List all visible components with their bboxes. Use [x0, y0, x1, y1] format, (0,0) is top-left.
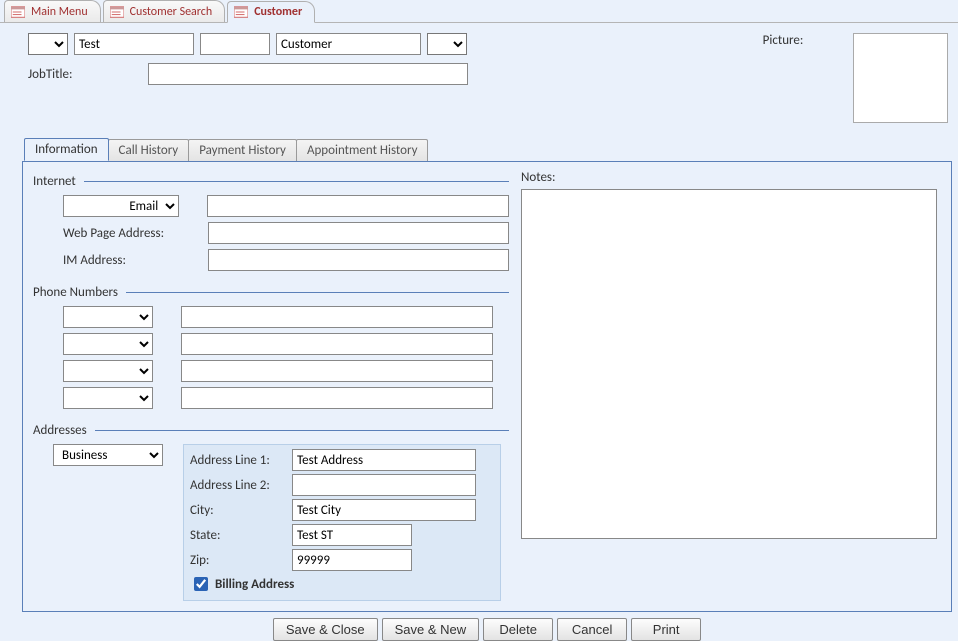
- addr-line2-input[interactable]: [292, 474, 476, 496]
- phone-type-1[interactable]: [63, 306, 153, 328]
- button-row: Save & Close Save & New Delete Cancel Pr…: [22, 618, 952, 641]
- delete-button[interactable]: Delete: [483, 618, 553, 641]
- phone-type-3[interactable]: [63, 360, 153, 382]
- middle-name-input[interactable]: [200, 33, 270, 55]
- doc-tab-label: Customer Search: [130, 5, 213, 19]
- name-row: [28, 33, 468, 55]
- tab-page-information: Internet Email Web Page Address: IM Addr…: [22, 161, 952, 612]
- addr-zip-label: Zip:: [190, 553, 292, 568]
- addr-line2-label: Address Line 2:: [190, 478, 292, 493]
- tab-information[interactable]: Information: [24, 138, 109, 161]
- last-name-input[interactable]: [276, 33, 421, 55]
- phone-value-1[interactable]: [181, 306, 493, 328]
- save-new-button[interactable]: Save & New: [382, 618, 480, 641]
- form-icon: [11, 6, 25, 18]
- phone-value-3[interactable]: [181, 360, 493, 382]
- picture-label: Picture:: [733, 33, 833, 48]
- group-label: Phone Numbers: [33, 285, 118, 300]
- email-input[interactable]: [207, 195, 509, 217]
- document-tabs: Main Menu Customer Search Customer: [0, 0, 958, 23]
- addr-state-label: State:: [190, 528, 292, 543]
- im-label: IM Address:: [63, 253, 208, 268]
- group-label: Addresses: [33, 423, 87, 438]
- group-phone: Phone Numbers: [33, 285, 509, 300]
- addr-line1-label: Address Line 1:: [190, 453, 292, 468]
- notes-label: Notes:: [521, 170, 937, 185]
- phone-value-4[interactable]: [181, 387, 493, 409]
- phone-type-2[interactable]: [63, 333, 153, 355]
- addr-city-input[interactable]: [292, 499, 476, 521]
- cancel-button[interactable]: Cancel: [557, 618, 627, 641]
- print-button[interactable]: Print: [631, 618, 701, 641]
- address-detail: Address Line 1: Address Line 2: City: St…: [183, 444, 501, 601]
- doc-tab-label: Main Menu: [31, 5, 88, 19]
- web-label: Web Page Address:: [63, 226, 208, 241]
- tab-label: Call History: [119, 143, 179, 158]
- name-suffix-select[interactable]: [427, 33, 467, 55]
- tab-payment-history[interactable]: Payment History: [188, 139, 297, 161]
- billing-checkbox[interactable]: [194, 577, 208, 591]
- addr-city-label: City:: [190, 503, 292, 518]
- doc-tab-customer-search[interactable]: Customer Search: [103, 0, 226, 22]
- inner-tabstrip: Information Call History Payment History…: [24, 137, 952, 161]
- addr-zip-input[interactable]: [292, 549, 412, 571]
- form-icon: [234, 6, 248, 18]
- doc-tab-customer[interactable]: Customer: [227, 1, 315, 23]
- picture-box[interactable]: [853, 33, 948, 123]
- billing-label: Billing Address: [215, 577, 294, 592]
- save-close-button[interactable]: Save & Close: [273, 618, 378, 641]
- group-addresses: Addresses: [33, 423, 509, 438]
- job-title-input[interactable]: [148, 63, 468, 85]
- web-input[interactable]: [208, 222, 509, 244]
- first-name-input[interactable]: [74, 33, 194, 55]
- email-type-select[interactable]: Email: [63, 195, 179, 217]
- group-internet: Internet: [33, 174, 509, 189]
- im-input[interactable]: [208, 249, 509, 271]
- doc-tab-label: Customer: [254, 5, 302, 19]
- tab-label: Appointment History: [307, 143, 418, 158]
- job-title-label: JobTitle:: [28, 67, 140, 82]
- name-prefix-select[interactable]: [28, 33, 68, 55]
- tab-label: Information: [35, 142, 98, 157]
- doc-tab-main-menu[interactable]: Main Menu: [4, 0, 101, 22]
- phone-type-4[interactable]: [63, 387, 153, 409]
- form-icon: [110, 6, 124, 18]
- tab-appointment-history[interactable]: Appointment History: [296, 139, 429, 161]
- address-type-select[interactable]: Business: [53, 444, 163, 466]
- phone-value-2[interactable]: [181, 333, 493, 355]
- addr-state-input[interactable]: [292, 524, 412, 546]
- tab-call-history[interactable]: Call History: [108, 139, 190, 161]
- group-label: Internet: [33, 174, 76, 189]
- notes-textarea[interactable]: [521, 189, 937, 539]
- addr-line1-input[interactable]: [292, 449, 476, 471]
- tab-label: Payment History: [199, 143, 286, 158]
